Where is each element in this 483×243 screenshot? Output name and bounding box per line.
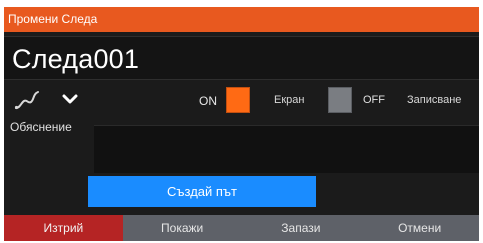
off-label: OFF xyxy=(363,94,385,106)
dialog-title: Промени Следа xyxy=(4,7,479,32)
description-label: Обяснение xyxy=(10,120,72,134)
save-button[interactable]: Запази xyxy=(242,215,361,241)
show-button[interactable]: Покажи xyxy=(123,215,242,241)
trail-name-field[interactable]: Следа001 xyxy=(4,36,479,80)
on-label: ON xyxy=(199,94,217,108)
trail-name-value: Следа001 xyxy=(12,44,140,74)
chevron-down-icon[interactable] xyxy=(62,92,78,106)
description-field[interactable] xyxy=(94,125,479,173)
record-toggle[interactable] xyxy=(328,87,352,113)
trail-style-icon[interactable] xyxy=(14,89,40,111)
screen-label: Екран xyxy=(274,94,305,106)
edit-trail-dialog: Промени Следа Следа001 ON Екран OFF Запи… xyxy=(4,7,479,241)
delete-button[interactable]: Изтрий xyxy=(4,215,123,241)
cancel-button[interactable]: Отмени xyxy=(360,215,479,241)
screen-toggle[interactable] xyxy=(226,87,250,113)
record-label: Записване xyxy=(407,94,462,106)
footer-bar: Изтрий Покажи Запази Отмени xyxy=(4,215,479,241)
create-route-button[interactable]: Създай път xyxy=(88,176,316,207)
